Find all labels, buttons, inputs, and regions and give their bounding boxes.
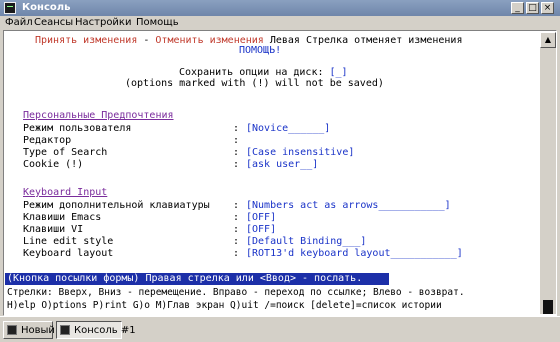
row-label-search-type: Type of Search	[23, 147, 108, 158]
row-colon: :	[233, 224, 240, 235]
accept-changes-link[interactable]: Принять изменения	[35, 35, 137, 46]
terminal-icon[interactable]	[4, 2, 16, 14]
row-label-keypad-mode: Режим дополнительной клавиатуры	[23, 200, 210, 211]
row-colon: :	[233, 135, 240, 146]
title-bar[interactable]: Консоль _ □ ×	[0, 0, 560, 16]
search-type-field[interactable]: [Case insensitive]	[246, 147, 354, 159]
minimize-button[interactable]: _	[511, 2, 524, 14]
line-edit-style-field[interactable]: [Default Binding___]	[246, 236, 366, 248]
session-tab-console-1[interactable]: Консоль #1	[56, 321, 136, 339]
session-tab-label: Консоль #1	[74, 325, 136, 336]
save-options-label: Сохранить опции на диск:	[179, 67, 330, 78]
not-saved-note: (options marked with (!) will not be sav…	[125, 78, 384, 89]
session-taskbar: Новый Консоль #1	[0, 316, 560, 342]
row-label-user-mode: Режим пользователя	[23, 123, 132, 134]
console-window: Консоль _ □ × Файл Сеансы Настройки Помо…	[0, 0, 560, 342]
menu-settings[interactable]: Настройки	[75, 17, 131, 28]
new-session-label: Новый	[21, 325, 55, 336]
save-options-checkbox[interactable]: [_]	[330, 67, 348, 78]
terminal-screen[interactable]: Принять изменения - Отменить изменения Л…	[5, 32, 539, 314]
row-colon: :	[233, 236, 240, 247]
vertical-scrollbar[interactable]: ▲	[540, 32, 556, 314]
section-keyboard-input: Keyboard Input	[23, 187, 108, 198]
cookie-field[interactable]: [ask user__]	[246, 159, 318, 171]
menu-bar: Файл Сеансы Настройки Помощь	[0, 16, 560, 30]
terminal-icon	[60, 325, 70, 335]
row-label-line-edit-style: Line edit style	[23, 236, 114, 247]
menu-file[interactable]: Файл	[5, 17, 33, 28]
row-colon: :	[233, 200, 240, 211]
menu-sessions[interactable]: Сеансы	[34, 17, 73, 28]
row-label-emacs-keys: Клавиши Emacs	[23, 212, 102, 223]
row-colon: :	[233, 123, 240, 134]
section-personal-preferences: Персональные Предпочтения	[23, 110, 174, 121]
status-line: (Кнопка посылки формы) Правая стрелка ил…	[7, 273, 363, 284]
row-label-editor: Редактор	[23, 135, 72, 146]
row-colon: :	[233, 212, 240, 223]
menu-help[interactable]: Помощь	[136, 17, 179, 28]
maximize-button[interactable]: □	[526, 2, 539, 14]
separator: -	[137, 35, 156, 46]
new-session-button[interactable]: Новый	[3, 321, 55, 339]
help-link[interactable]: ПОМОЩЬ!	[239, 45, 281, 57]
close-button[interactable]: ×	[541, 2, 554, 14]
row-label-vi-keys: Клавиши VI	[23, 224, 84, 235]
help-line-commands: H)elp O)ptions P)rint G)o M)Глав экран Q…	[7, 300, 442, 311]
keyboard-layout-field[interactable]: [ROT13'd keyboard layout___________]	[246, 248, 463, 260]
row-label-keyboard-layout: Keyboard layout	[23, 248, 114, 259]
help-line-navigation: Стрелки: Вверх, Вниз - перемещение. Впра…	[7, 287, 465, 298]
row-colon: :	[233, 248, 240, 259]
vi-keys-field[interactable]: [OFF]	[246, 224, 276, 236]
row-label-cookie: Cookie (!)	[23, 159, 84, 170]
window-title: Консоль	[22, 2, 71, 13]
scroll-thumb[interactable]	[543, 300, 553, 314]
row-colon: :	[233, 147, 240, 158]
emacs-keys-field[interactable]: [OFF]	[246, 212, 276, 224]
cancel-hint: Левая Стрелка отменяет изменения	[263, 35, 463, 46]
row-colon: :	[233, 159, 240, 170]
terminal-icon	[7, 325, 17, 335]
user-mode-field[interactable]: [Novice______]	[246, 123, 330, 135]
keypad-mode-field[interactable]: [Numbers act as arrows___________]	[246, 200, 451, 212]
scroll-up-icon[interactable]: ▲	[540, 32, 556, 48]
terminal-frame: Принять изменения - Отменить изменения Л…	[3, 30, 557, 316]
